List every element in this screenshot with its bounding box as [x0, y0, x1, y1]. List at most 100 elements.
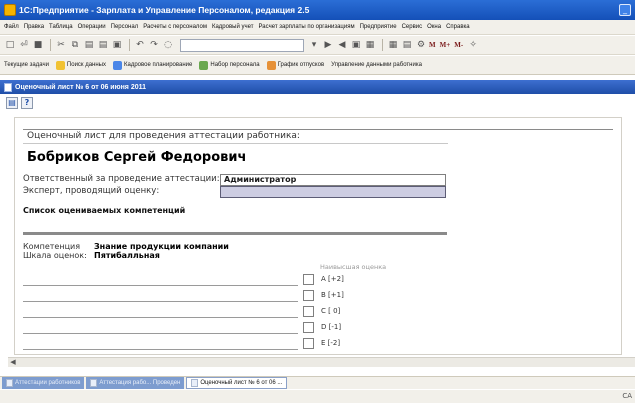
- task-label: Аттестация рабо... Проведен: [99, 380, 181, 386]
- cut-icon[interactable]: ✂: [55, 39, 67, 51]
- hr-planning-button[interactable]: Кадровое планирование: [113, 60, 193, 70]
- menu-file[interactable]: Файл: [4, 24, 19, 30]
- comment-line: [23, 333, 298, 334]
- document-title-bar: Оценочный лист № 6 от 06 июня 2011: [0, 80, 635, 94]
- menu-payroll[interactable]: Расчеты с персоналом: [143, 24, 207, 30]
- toolbar-separator: [50, 39, 51, 51]
- calendar-icon[interactable]: ▤: [401, 39, 413, 51]
- paste-icon[interactable]: ▤: [83, 39, 95, 51]
- menu-edit[interactable]: Правка: [24, 24, 44, 30]
- employee-data-label: Управление данными работника: [331, 62, 422, 68]
- search-input[interactable]: [180, 38, 304, 52]
- competence-label: Компетенция: [23, 242, 81, 251]
- print-form-icon[interactable]: ▤: [6, 97, 18, 109]
- document-command-bar: ▤ ?: [6, 96, 36, 110]
- new-document-icon[interactable]: □: [4, 39, 16, 51]
- status-text: CA: [622, 392, 632, 400]
- find-icon[interactable]: ◌: [162, 39, 174, 51]
- menu-windows[interactable]: Окна: [427, 24, 441, 30]
- grade-checkbox[interactable]: [303, 338, 314, 349]
- minimize-button[interactable]: _: [619, 4, 631, 16]
- search-next-icon[interactable]: ▶: [322, 39, 334, 51]
- help-button[interactable]: ?: [21, 97, 33, 109]
- menu-service[interactable]: Сервис: [402, 24, 423, 30]
- grade-option-c: C [ 0]: [23, 305, 423, 318]
- select-icon[interactable]: ▣: [350, 39, 362, 51]
- window-taskbar: Аттестации работников Аттестация рабо...…: [0, 376, 635, 389]
- save-icon[interactable]: ■: [32, 39, 44, 51]
- scale-value: Пятибалльная: [94, 251, 160, 260]
- search-down-icon[interactable]: ▾: [308, 39, 320, 51]
- task-evaluation-sheet[interactable]: Оценочный лист № 6 от 06 ...: [186, 377, 288, 389]
- grade-checkbox[interactable]: [303, 290, 314, 301]
- grade-label: A [+2]: [321, 275, 344, 283]
- print-icon[interactable]: ▤: [97, 39, 109, 51]
- responsible-field[interactable]: Администратор: [220, 174, 446, 186]
- undo-icon[interactable]: ↶: [134, 39, 146, 51]
- expert-field[interactable]: [220, 186, 446, 198]
- document-icon: [191, 379, 199, 387]
- recruitment-label: Набор персонала: [210, 62, 260, 68]
- panel-toolbar: Текущие задачи Поиск данных Кадровое пла…: [0, 56, 635, 75]
- scroll-left-icon[interactable]: ◀: [8, 358, 18, 368]
- menu-operations[interactable]: Операции: [78, 24, 106, 30]
- navigate-icon[interactable]: ▦: [364, 39, 376, 51]
- open-icon[interactable]: ⏎: [18, 39, 30, 51]
- hr-planning-label: Кадровое планирование: [124, 62, 193, 68]
- divider: [23, 232, 447, 235]
- employee-data-button[interactable]: Управление данными работника: [331, 62, 422, 68]
- data-search-button[interactable]: Поиск данных: [55, 60, 106, 70]
- preview-icon[interactable]: ▣: [111, 39, 123, 51]
- hr-planning-icon: [113, 60, 122, 70]
- memory-minus-icon[interactable]: M-: [454, 41, 463, 49]
- memory-m-icon[interactable]: M: [429, 41, 436, 49]
- vacation-schedule-button[interactable]: График отпусков: [266, 60, 324, 70]
- menu-enterprise[interactable]: Предприятие: [360, 24, 397, 30]
- memory-plus-icon[interactable]: M+: [440, 41, 451, 49]
- search-prev-icon[interactable]: ◀: [336, 39, 348, 51]
- grade-option-e: E [-2]: [23, 337, 423, 350]
- grade-label: D [-1]: [321, 323, 342, 331]
- vacation-schedule-icon: [266, 60, 276, 70]
- window-title: 1С:Предприятие - Зарплата и Управление П…: [19, 5, 310, 15]
- toolbar-separator: [129, 39, 130, 51]
- menu-hr[interactable]: Кадровый учет: [212, 24, 254, 30]
- search-data-icon: [55, 60, 65, 70]
- responsible-label: Ответственный за проведение аттестации:: [23, 174, 220, 184]
- copy-icon[interactable]: ⧉: [69, 39, 81, 51]
- menu-bar: Файл Правка Таблица Операции Персонал Ра…: [0, 20, 635, 35]
- grade-option-d: D [-1]: [23, 321, 423, 334]
- settings-icon[interactable]: ⚙: [415, 39, 427, 51]
- task-label: Аттестации работников: [15, 380, 81, 386]
- menu-org-payroll[interactable]: Расчет зарплаты по организациям: [259, 24, 355, 30]
- horizontal-scrollbar[interactable]: ◀: [8, 357, 635, 367]
- calculator-icon[interactable]: ▦: [387, 39, 399, 51]
- sheet-caption: Оценочный лист для проведения аттестации…: [27, 131, 300, 141]
- grade-label: B [+1]: [321, 291, 344, 299]
- task-attestations[interactable]: Аттестации работников: [2, 377, 85, 389]
- status-bar: CA: [0, 390, 635, 403]
- document-icon: [6, 379, 13, 387]
- title-bar: 1С:Предприятие - Зарплата и Управление П…: [0, 0, 635, 20]
- grade-label: C [ 0]: [321, 307, 341, 315]
- tools-icon[interactable]: ✧: [467, 39, 479, 51]
- data-search-label: Поиск данных: [66, 62, 106, 68]
- current-tasks-button[interactable]: Текущие задачи: [4, 62, 49, 68]
- grade-checkbox[interactable]: [303, 274, 314, 285]
- recruitment-icon: [199, 60, 209, 70]
- grade-checkbox[interactable]: [303, 322, 314, 333]
- scale-label: Шкала оценок:: [23, 251, 87, 260]
- menu-personnel[interactable]: Персонал: [111, 24, 139, 30]
- recruitment-button[interactable]: Набор персонала: [199, 60, 260, 70]
- grade-checkbox[interactable]: [303, 306, 314, 317]
- standard-toolbar: □ ⏎ ■ ✂ ⧉ ▤ ▤ ▣ ↶ ↷ ◌ ▾ ▶ ◀ ▣ ▦ ▦ ▤ ⚙ M …: [0, 36, 635, 55]
- menu-help[interactable]: Справка: [446, 24, 470, 30]
- task-attestation-doc[interactable]: Аттестация рабо... Проведен: [86, 377, 185, 389]
- comment-line: [23, 285, 298, 286]
- toolbar-separator: [382, 39, 383, 51]
- menu-table[interactable]: Таблица: [49, 24, 73, 30]
- redo-icon[interactable]: ↷: [148, 39, 160, 51]
- document-title: Оценочный лист № 6 от 06 июня 2011: [15, 83, 147, 91]
- comment-line: [23, 301, 298, 302]
- app-1c-icon: [4, 4, 16, 16]
